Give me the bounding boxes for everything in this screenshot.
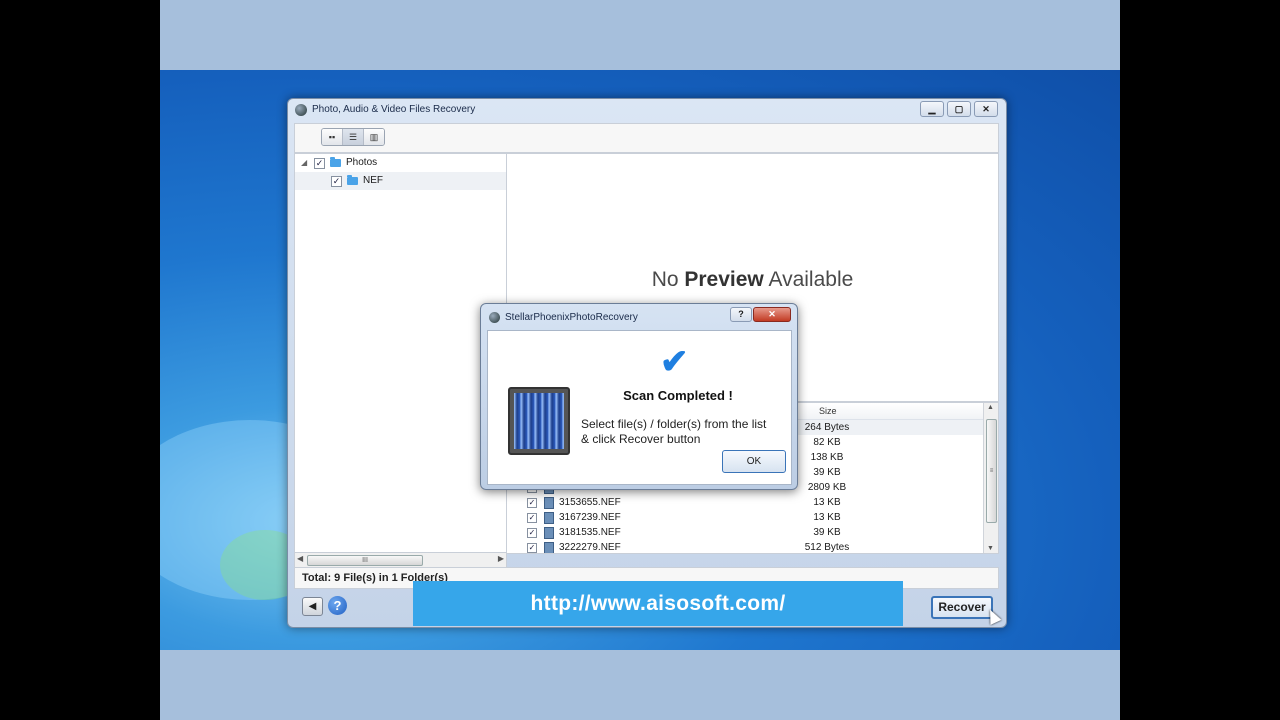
file-row[interactable]: ✓ 3153655.NEF 13 KB <box>507 495 984 510</box>
maximize-button[interactable]: ▢ <box>947 101 971 117</box>
checkmark-icon: ✔ <box>660 343 689 381</box>
file-size: 13 KB <box>813 512 841 523</box>
dialog-close-button[interactable]: ✕ <box>753 307 791 322</box>
close-button[interactable]: ✕ <box>974 101 998 117</box>
file-icon <box>544 542 554 553</box>
ok-button[interactable]: OK <box>722 450 786 473</box>
recover-button[interactable]: Recover <box>931 596 993 619</box>
message-line-1: Select file(s) / folder(s) from the list <box>581 417 767 431</box>
scroll-thumb[interactable]: ≡ <box>986 419 997 523</box>
size-column-header[interactable]: Size <box>819 406 837 416</box>
file-size: 13 KB <box>813 497 841 508</box>
filmstrip-view-icon[interactable]: ▥ <box>364 129 384 145</box>
scan-completed-message: Select file(s) / folder(s) from the list… <box>581 417 786 447</box>
tree-item-nef[interactable]: ✓ NEF <box>295 172 506 190</box>
tree-checkbox-nef[interactable]: ✓ <box>331 176 342 187</box>
scan-completed-dialog: StellarPhoenixPhotoRecovery ? ✕ ✔ Scan C… <box>480 303 798 490</box>
icons-view-icon[interactable]: ▪▪ <box>322 129 343 145</box>
app-icon <box>295 104 307 116</box>
file-checkbox[interactable]: ✓ <box>527 498 537 508</box>
scroll-thumb[interactable]: III <box>307 555 423 566</box>
view-switcher: ▪▪ ☰ ▥ <box>321 128 385 146</box>
back-button[interactable]: ◀ <box>302 597 323 616</box>
file-icon <box>544 497 554 509</box>
dialog-app-icon <box>489 312 500 323</box>
file-row[interactable]: ✓ 3222279.NEF 512 Bytes <box>507 540 984 553</box>
toolbar: ▪▪ ☰ ▥ <box>294 123 999 153</box>
file-icon <box>544 512 554 524</box>
tree-horizontal-scrollbar[interactable]: ◀ III ▶ <box>294 552 507 568</box>
help-button[interactable]: ? <box>328 596 347 615</box>
window-titlebar[interactable]: Photo, Audio & Video Files Recovery ▁ ▢ … <box>288 99 1006 121</box>
url-banner: http://www.aisosoft.com/ <box>413 581 903 626</box>
file-name: 3153655.NEF <box>559 497 621 508</box>
mouse-cursor-icon <box>984 607 1002 625</box>
scan-completed-heading: Scan Completed ! <box>623 388 733 403</box>
file-size: 512 Bytes <box>804 542 850 553</box>
tree-item-photos[interactable]: ◢ ✓ Photos <box>295 154 506 172</box>
file-name: 3181535.NEF <box>559 527 621 538</box>
dialog-body: ✔ Scan Completed ! Select file(s) / fold… <box>487 330 792 485</box>
file-name: 3167239.NEF <box>559 512 621 523</box>
file-icon <box>544 527 554 539</box>
minimize-button[interactable]: ▁ <box>920 101 944 117</box>
window-controls: ▁ ▢ ✕ <box>920 101 998 117</box>
tree-item-label: NEF <box>363 175 383 186</box>
file-row[interactable]: ✓ 3181535.NEF 39 KB <box>507 525 984 540</box>
folder-icon <box>347 175 358 185</box>
tree-item-label: Photos <box>346 157 378 168</box>
tree-checkbox-photos[interactable]: ✓ <box>314 158 325 169</box>
scroll-right-icon[interactable]: ▶ <box>498 554 504 563</box>
window-title: Photo, Audio & Video Files Recovery <box>312 104 476 115</box>
file-checkbox[interactable]: ✓ <box>527 543 537 553</box>
scroll-down-icon[interactable]: ▼ <box>987 545 994 552</box>
no-preview-text: No Preview Available <box>651 268 854 291</box>
back-arrow-icon: ◀ <box>308 601 317 612</box>
file-name: 3222279.NEF <box>559 542 621 553</box>
folder-tree: ◢ ✓ Photos ✓ NEF <box>294 153 507 554</box>
desktop-background: Photo, Audio & Video Files Recovery ▁ ▢ … <box>160 70 1120 650</box>
dialog-help-button[interactable]: ? <box>730 307 752 322</box>
file-row[interactable]: ✓ 3167239.NEF 13 KB <box>507 510 984 525</box>
dialog-title: StellarPhoenixPhotoRecovery <box>505 312 638 323</box>
video-frame: Photo, Audio & Video Files Recovery ▁ ▢ … <box>160 0 1120 720</box>
folder-icon <box>330 157 341 167</box>
list-view-icon[interactable]: ☰ <box>343 129 364 145</box>
file-size: 39 KB <box>813 527 841 538</box>
scanner-image-icon <box>508 387 570 455</box>
expand-arrow-icon[interactable]: ◢ <box>301 154 307 172</box>
file-checkbox[interactable]: ✓ <box>527 528 537 538</box>
file-list-vertical-scrollbar[interactable]: ▲ ≡ ▼ <box>983 403 998 553</box>
message-line-2: & click Recover button <box>581 432 701 446</box>
scroll-up-icon[interactable]: ▲ <box>987 404 994 411</box>
file-checkbox[interactable]: ✓ <box>527 513 537 523</box>
scroll-left-icon[interactable]: ◀ <box>297 554 303 563</box>
